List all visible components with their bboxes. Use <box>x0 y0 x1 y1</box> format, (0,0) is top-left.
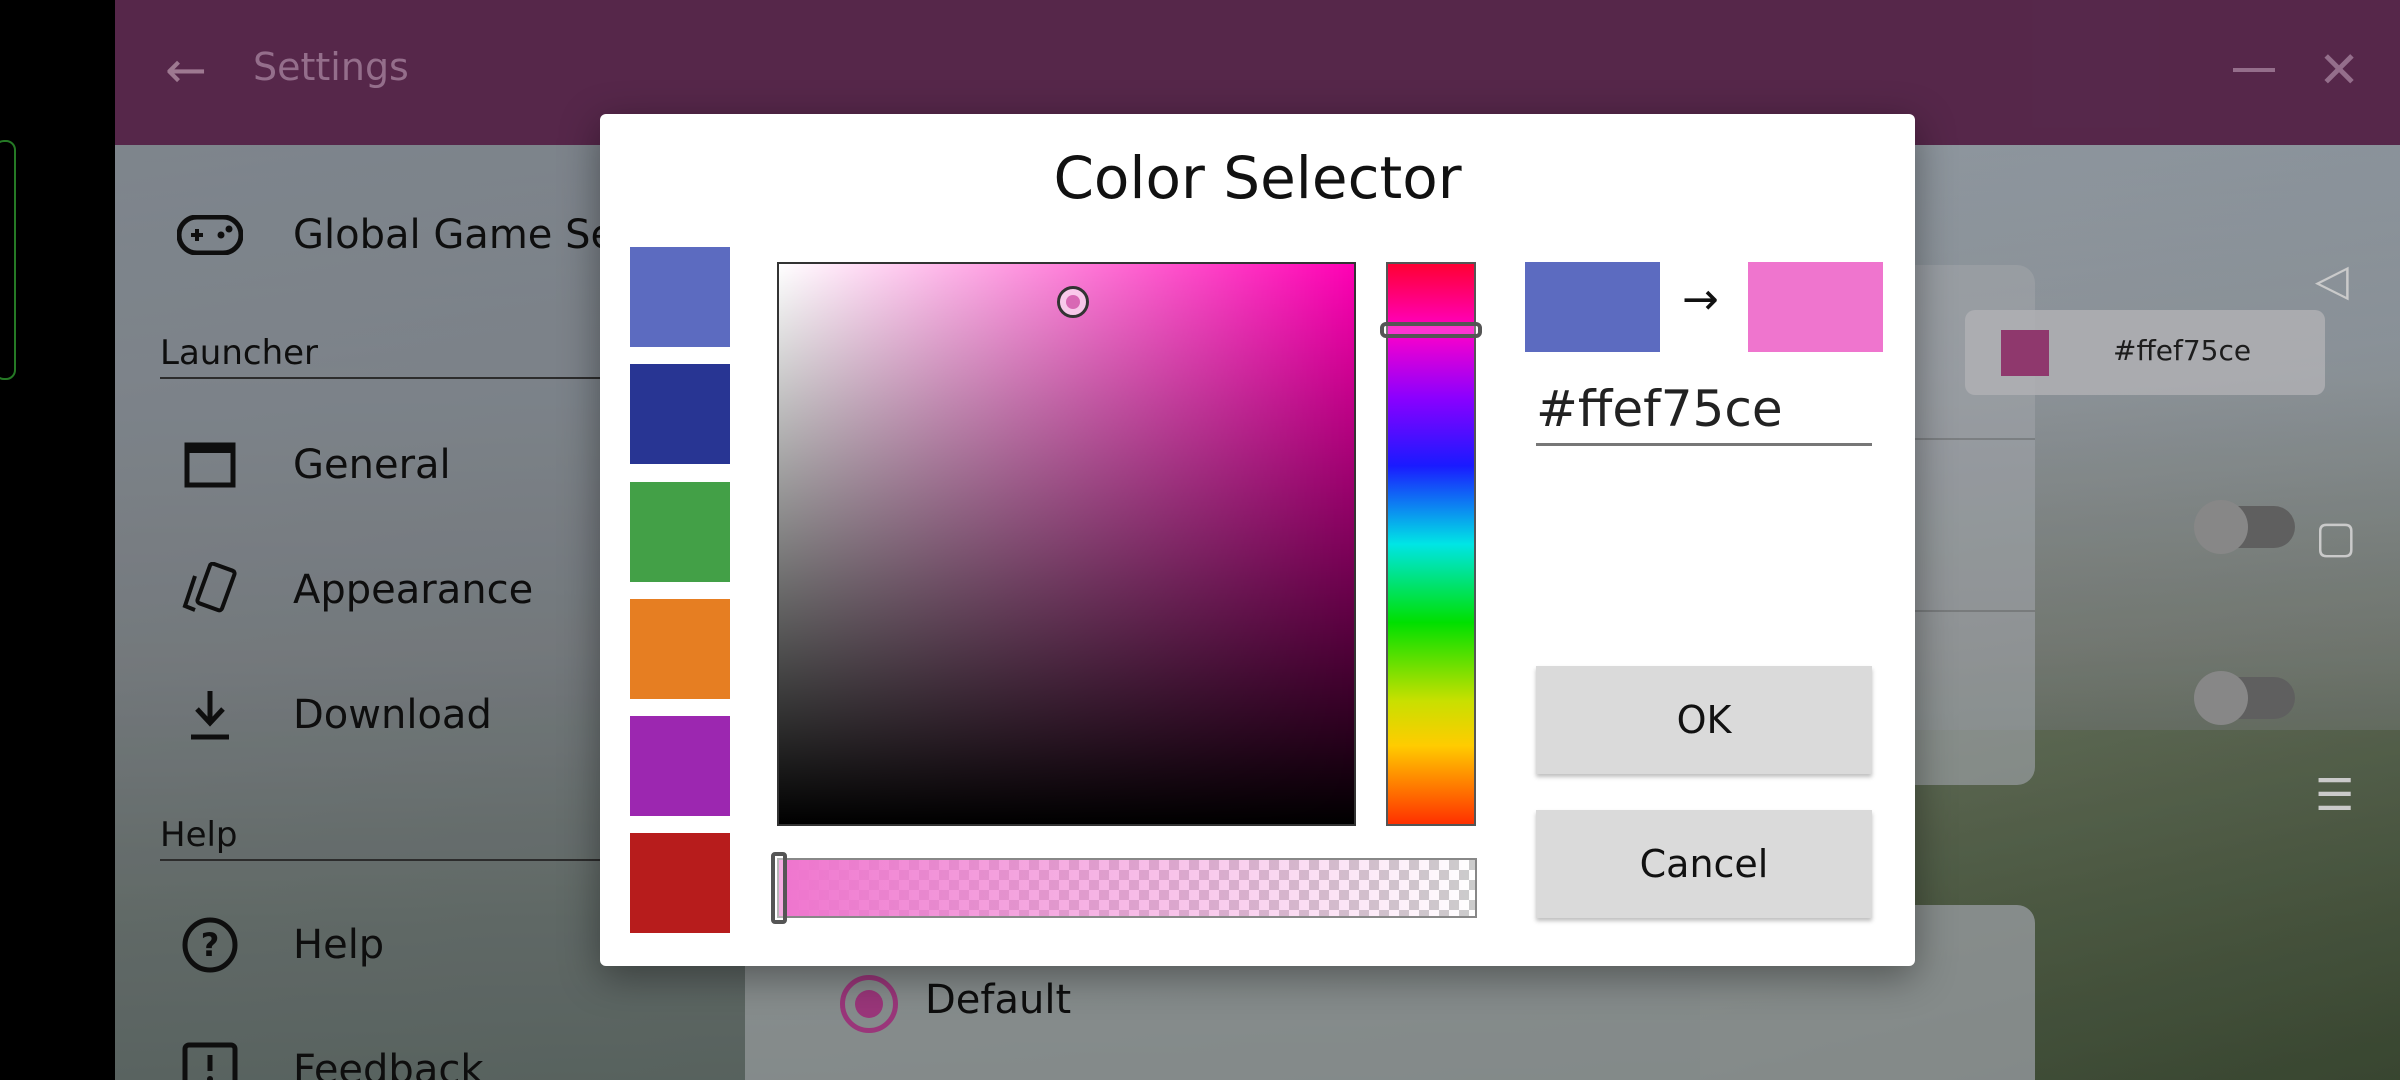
preset-color-swatch[interactable] <box>630 833 730 933</box>
hue-slider-handle[interactable] <box>1380 322 1482 338</box>
preset-color-swatch[interactable] <box>630 482 730 582</box>
cancel-button[interactable]: Cancel <box>1536 810 1872 918</box>
new-color-swatch <box>1748 262 1883 352</box>
preset-color-swatch[interactable] <box>630 364 730 464</box>
preset-color-swatch[interactable] <box>630 247 730 347</box>
preset-color-swatch[interactable] <box>630 599 730 699</box>
arrow-right-icon: → <box>1682 274 1719 325</box>
ok-button[interactable]: OK <box>1536 666 1872 774</box>
hue-slider[interactable] <box>1380 262 1482 826</box>
hex-color-input[interactable] <box>1536 374 1872 446</box>
saturation-value-picker[interactable] <box>777 262 1356 826</box>
sv-cursor-handle[interactable] <box>1057 286 1089 318</box>
color-selector-dialog: Color Selector → OK Cancel <box>600 114 1915 966</box>
preset-color-swatch[interactable] <box>630 716 730 816</box>
previous-color-swatch <box>1525 262 1660 352</box>
alpha-slider-handle[interactable] <box>771 852 787 924</box>
alpha-slider[interactable] <box>771 852 1477 924</box>
dialog-title: Color Selector <box>1053 144 1462 212</box>
